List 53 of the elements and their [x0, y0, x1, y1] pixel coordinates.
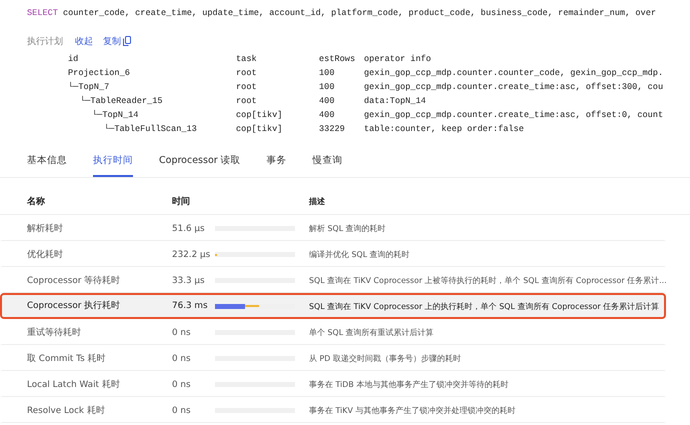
table-cell-text: 重试等待耗时	[26, 326, 82, 338]
tab[interactable]: 事务	[266, 150, 287, 177]
tab[interactable]: Coprocessor 读取	[159, 150, 241, 177]
tab[interactable]: 基本信息	[27, 150, 67, 177]
plan-cell-text: gexin_gop_ccp_mdp.counter.create_time:asc, offset:0, count	[364, 109, 664, 122]
plan-cell-text: 400	[319, 109, 336, 122]
plan-cell-text: root	[236, 95, 258, 108]
plan-cell-text: └─TableReader_15	[79, 94, 164, 108]
table-cell-text: 0 ns	[172, 354, 192, 364]
table-cell-text: 51.6 µs	[172, 224, 206, 234]
table-cell-text: 0 ns	[172, 406, 192, 416]
collapse-link[interactable]: 收起	[75, 34, 93, 48]
plan-cell-text: data:TopN_14	[364, 95, 426, 108]
tab[interactable]: 慢查询	[312, 150, 343, 177]
plan-cell-text: └─TopN_7	[68, 80, 110, 94]
plan-label: 执行计划	[27, 36, 63, 48]
sql-keyword: SELECT	[27, 8, 58, 18]
table-cell-text: 76.3 ms	[172, 301, 209, 311]
table-cell-text: 33.3 µs	[172, 276, 206, 286]
plan-column-header: id	[68, 53, 80, 66]
plan-cell-text: cop[tikv]	[236, 109, 284, 122]
plan-column-header: estRows	[319, 53, 356, 66]
plan-cell-text: Projection_6	[68, 67, 131, 80]
plan-cell-text: gexin_gop_ccp_mdp.counter.counter_code, gexin_gop_ccp_mdp.	[364, 67, 664, 80]
table-cell-text: Coprocessor 等待耗时	[26, 274, 122, 286]
plan-cell-text: 100	[319, 81, 336, 94]
table-cell-text: Resolve Lock 耗时	[26, 404, 106, 416]
plan-column-header: task	[236, 53, 258, 66]
tab[interactable]: 执行时间	[93, 150, 133, 177]
plan-cell-text: gexin_gop_ccp_mdp.counter.create_time:asc, offset:300, cou	[364, 81, 664, 94]
plan-cell-text: cop[tikv]	[236, 123, 284, 136]
table-cell-text: 解析耗时	[26, 222, 64, 234]
plan-cell-text: root	[236, 81, 258, 94]
plan-cell-text: table:counter, keep order:false	[364, 123, 524, 136]
table-cell-text: 优化耗时	[26, 248, 64, 260]
table-cell-text: 0 ns	[172, 380, 192, 390]
table-cell-text: Coprocessor 执行耗时	[26, 300, 122, 312]
column-header: 名称	[26, 196, 46, 208]
table-cell-text: 232.2 µs	[172, 250, 212, 260]
copy-link[interactable]: 复制	[103, 34, 121, 48]
plan-cell-text: └─TopN_14	[91, 108, 140, 122]
copy-icon[interactable]	[123, 36, 131, 46]
sql-text: counter_code, create_time, update_time, account_id, platform_code, product_code, business_code, remainder_num, over	[62, 8, 656, 18]
plan-cell-text: 33229	[319, 123, 346, 136]
plan-cell-text: root	[236, 67, 258, 80]
column-header: 时间	[172, 196, 191, 208]
plan-cell-text: 400	[319, 95, 336, 108]
plan-cell-text: └─TableFullScan_13	[103, 122, 198, 136]
plan-cell-text: 100	[319, 67, 336, 80]
plan-column-header: operator info	[364, 53, 432, 66]
table-cell-text: Local Latch Wait 耗时	[26, 378, 121, 390]
table-cell-text: 0 ns	[172, 328, 192, 338]
table-cell-text: 取 Commit Ts 耗时	[26, 352, 106, 364]
